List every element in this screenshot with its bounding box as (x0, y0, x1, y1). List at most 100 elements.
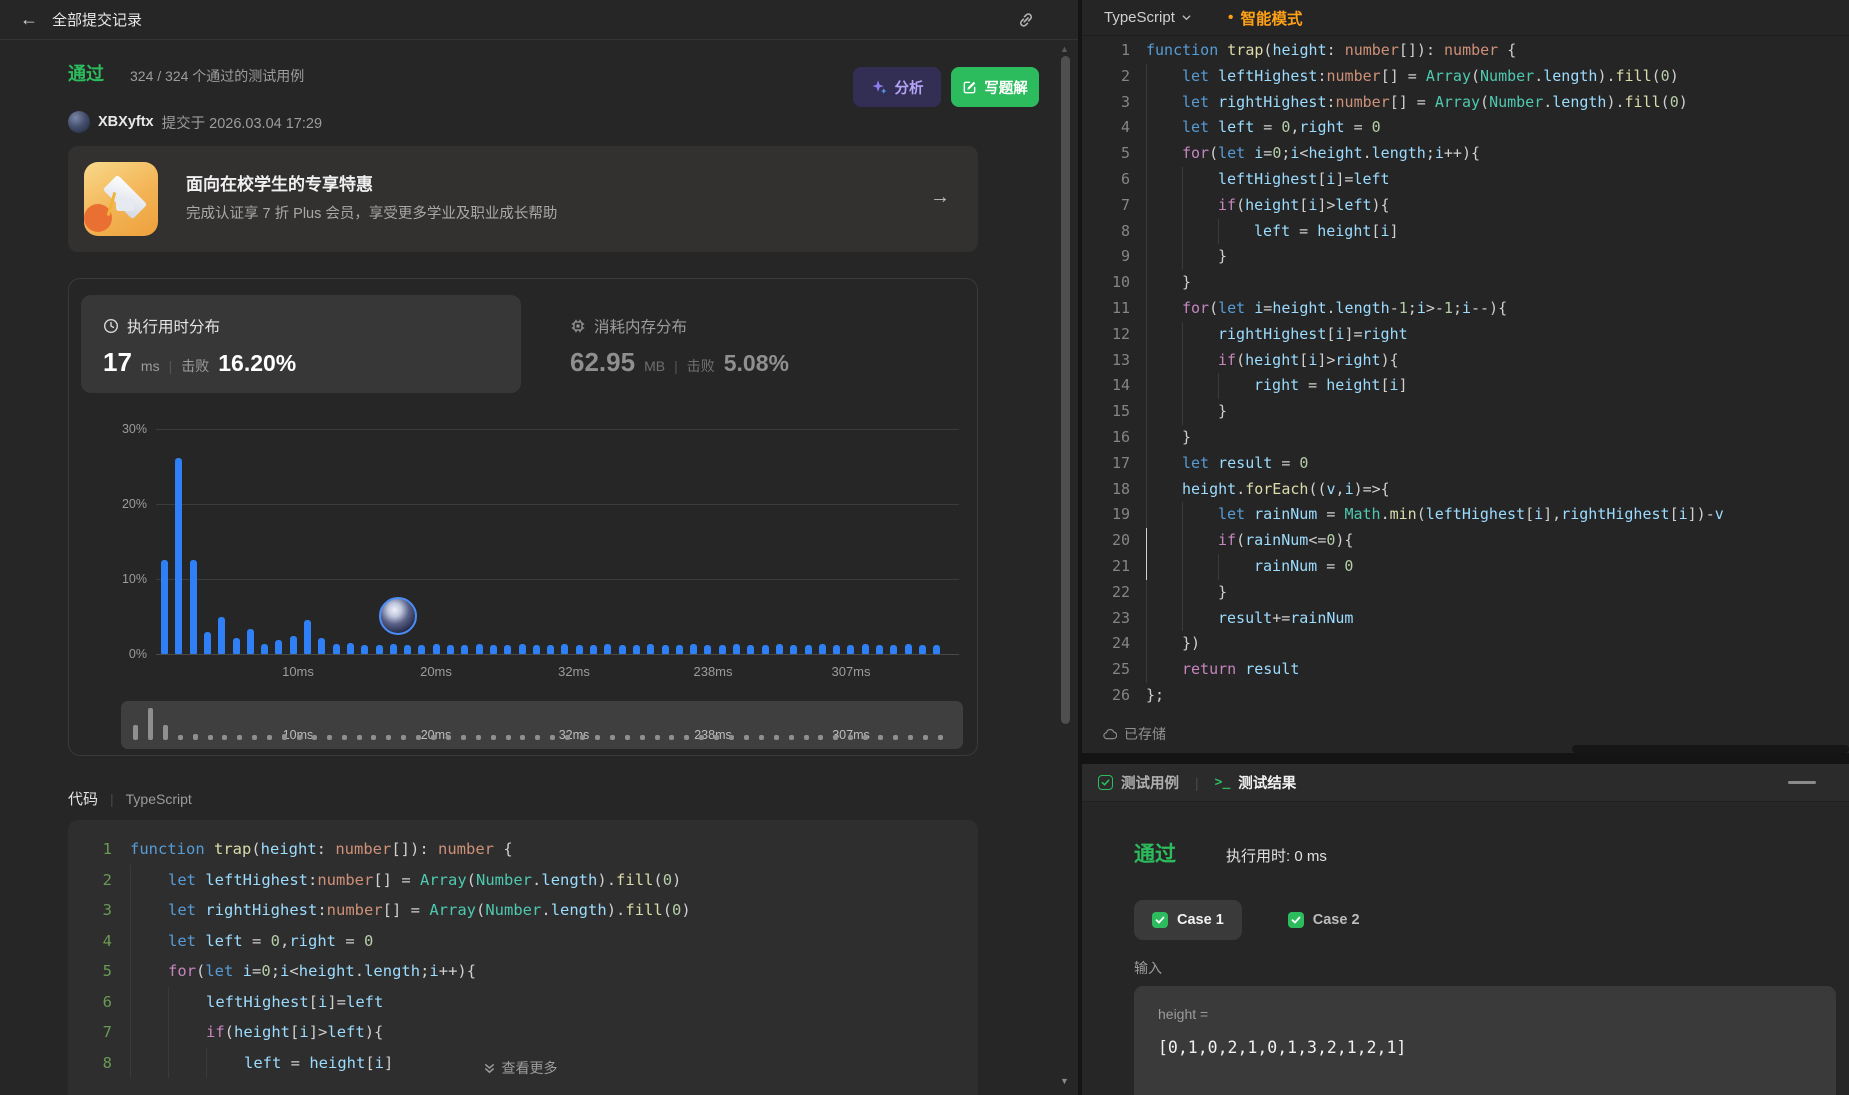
language-select[interactable]: TypeScript (1104, 9, 1192, 26)
user-name[interactable]: XBXyftx (98, 114, 154, 130)
cloud-icon (1102, 727, 1117, 742)
mode-dot-icon: • (1228, 9, 1234, 27)
panel-drag-handle[interactable] (1788, 781, 1816, 784)
page-title: 全部提交记录 (52, 9, 142, 30)
histogram-bar (676, 645, 683, 654)
vertical-scrollbar[interactable] (1061, 56, 1070, 724)
brush-bar (684, 735, 689, 740)
histogram-bar (461, 645, 468, 654)
brush-bar (625, 735, 630, 740)
brush-bar (446, 735, 451, 740)
input-section-label: 输入 (1134, 958, 1162, 978)
y-axis-tick: 0% (97, 647, 147, 661)
brush-bar (863, 735, 868, 740)
code-line: 2let leftHighest:number[] = Array(Number… (1082, 64, 1849, 90)
histogram-bar (333, 644, 340, 654)
horizontal-scrollbar[interactable] (1572, 745, 1849, 753)
histogram-bar (905, 644, 912, 654)
brush-bar (669, 735, 674, 740)
language-select-value: TypeScript (1104, 9, 1175, 26)
x-axis-tick: 10ms (282, 664, 314, 679)
histogram-bar (890, 645, 897, 654)
histogram-bar (233, 638, 240, 655)
histogram-bar (733, 644, 740, 654)
code-line: 1function trap(height: number[]): number… (1082, 38, 1849, 64)
brush-bar (491, 735, 496, 740)
divider: | (110, 791, 114, 807)
editor-code-area[interactable]: 1function trap(height: number[]): number… (1082, 38, 1849, 709)
runtime-value: 0 ms (1294, 848, 1327, 865)
brush-bar (476, 735, 481, 740)
promo-subtitle: 完成认证享 7 折 Plus 会员，享受更多学业及职业成长帮助 (186, 202, 557, 223)
brush-bar (848, 735, 853, 740)
brush-bar (178, 735, 183, 740)
submitted-code-block: 1function trap(height: number[]): number… (68, 820, 978, 1095)
check-icon (1288, 912, 1304, 928)
submission-date: 提交于 2026.03.04 17:29 (162, 112, 322, 133)
smart-mode-toggle[interactable]: • 智能模式 (1228, 7, 1303, 29)
see-more-label: 查看更多 (502, 1058, 558, 1078)
submitter-row: XBXyftx 提交于 2026.03.04 17:29 (68, 110, 322, 134)
result-runtime: 执行用时: 0 ms (1226, 845, 1327, 866)
code-section-header: 代码 | TypeScript (68, 788, 192, 809)
brush-bar (461, 735, 466, 740)
student-promo-banner[interactable]: 面向在校学生的专享特惠 完成认证享 7 折 Plus 会员，享受更多学业及职业成… (68, 146, 978, 252)
brush-bar (282, 734, 287, 740)
brush-bar (208, 735, 213, 740)
test-input-field[interactable]: height = [0,1,0,2,1,0,1,3,2,1,2,1] (1134, 986, 1836, 1095)
copy-link-icon[interactable] (1014, 8, 1038, 32)
code-line: 26}; (1082, 683, 1849, 709)
brush-bar (252, 735, 257, 740)
saved-status-label: 已存储 (1124, 724, 1166, 744)
histogram-bar (433, 644, 440, 654)
brush-bar (789, 735, 794, 740)
write-solution-button[interactable]: 写题解 (951, 67, 1039, 107)
code-line: 4let left = 0,right = 0 (1082, 115, 1849, 141)
histogram-bar (690, 644, 697, 654)
brush-bar (133, 725, 138, 740)
y-axis-tick: 30% (97, 422, 147, 436)
histogram-bar (247, 629, 254, 655)
brush-bar (804, 735, 809, 740)
case-1-button[interactable]: Case 1 (1134, 900, 1242, 940)
tab-testresult[interactable]: >_ 测试结果 (1215, 772, 1297, 793)
histogram-bar (776, 644, 783, 654)
analyze-button[interactable]: 分析 (853, 67, 941, 107)
code-line: 3let rightHighest:number[] = Array(Numbe… (1082, 90, 1849, 116)
code-line: 4let left = 0,right = 0 (68, 926, 978, 957)
code-line: 5for(let i=0;i<height.length;i++){ (1082, 141, 1849, 167)
code-line: 13if(height[i]>right){ (1082, 348, 1849, 374)
user-avatar[interactable] (68, 111, 90, 133)
code-line: 10} (1082, 270, 1849, 296)
tests-passed-count: 324 / 324 个通过的测试用例 (130, 66, 304, 86)
brush-bar (640, 735, 645, 740)
runtime-histogram[interactable] (161, 279, 961, 654)
histogram-bar (862, 644, 869, 654)
x-axis-tick: 20ms (420, 664, 452, 679)
code-line: 16} (1082, 425, 1849, 451)
histogram-bar (376, 645, 383, 654)
histogram-bar (590, 645, 597, 654)
input-value: [0,1,0,2,1,0,1,3,2,1,2,1] (1158, 1038, 1406, 1057)
brush-bar (148, 708, 153, 740)
code-line: 15} (1082, 399, 1849, 425)
code-line: 20if(rainNum<=0){ (1082, 528, 1849, 554)
code-line: 11for(let i=height.length-1;i>-1;i--){ (1082, 296, 1849, 322)
arrow-right-icon[interactable]: → (930, 186, 950, 209)
scroll-up-arrow[interactable]: ▲ (1060, 44, 1069, 54)
brush-bar (595, 735, 600, 740)
submission-topbar: ← 全部提交记录 (0, 0, 1078, 40)
brush-bar (297, 735, 302, 740)
case-1-label: Case 1 (1177, 912, 1224, 928)
histogram-brush-minimap[interactable]: 10ms 20ms 32ms 238ms 307ms (121, 701, 963, 749)
brush-bar (342, 735, 347, 740)
see-more-button[interactable]: 查看更多 (0, 1058, 1040, 1078)
scroll-down-arrow[interactable]: ▼ (1060, 1076, 1069, 1086)
brush-bar (744, 735, 749, 740)
tab-testcase[interactable]: 测试用例 (1098, 772, 1179, 793)
case-2-button[interactable]: Case 2 (1270, 900, 1378, 940)
histogram-bar (647, 644, 654, 654)
back-arrow-icon[interactable]: ← (20, 9, 38, 30)
brush-bar (729, 735, 734, 740)
code-line: 9} (1082, 244, 1849, 270)
